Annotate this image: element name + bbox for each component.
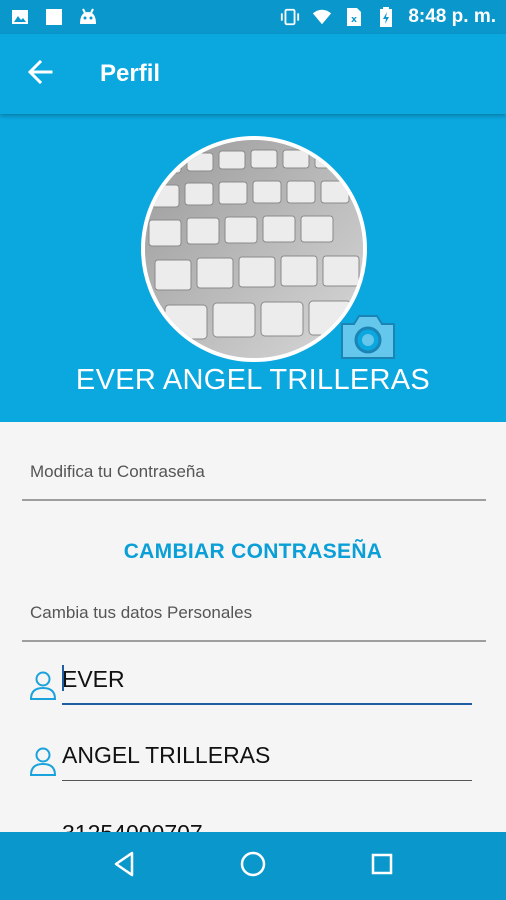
recents-square-icon	[370, 852, 394, 881]
navigation-bar	[0, 832, 506, 900]
svg-text:x: x	[351, 15, 357, 25]
change-photo-button[interactable]	[338, 310, 398, 362]
battery-icon	[376, 7, 396, 27]
vibrate-icon	[280, 7, 300, 27]
last-name-field-row	[28, 731, 474, 781]
profile-header: EVER ANGEL TRILLERAS	[0, 114, 506, 422]
divider	[22, 640, 486, 642]
status-bar: x 8:48 p. m.	[0, 0, 506, 34]
last-name-input[interactable]	[62, 735, 472, 775]
arrow-left-icon	[27, 59, 53, 90]
square-icon	[44, 7, 64, 27]
status-time: 8:48 p. m.	[408, 6, 496, 27]
password-section-label: Modifica tu Contraseña	[30, 462, 205, 481]
personal-section-label: Cambia tus datos Personales	[30, 603, 253, 622]
android-icon	[78, 7, 98, 27]
home-circle-icon	[239, 850, 267, 883]
page-title: Perfil	[100, 60, 161, 87]
first-name-field-row	[28, 655, 474, 705]
change-password-button[interactable]: CAMBIAR CONTRASEÑA	[0, 532, 506, 572]
back-triangle-icon	[112, 851, 136, 882]
avatar[interactable]	[141, 136, 367, 362]
text-cursor	[62, 665, 64, 691]
keyboard-photo	[145, 140, 363, 358]
nav-back-button[interactable]	[94, 836, 154, 896]
field-underline	[62, 779, 472, 781]
field-underline	[62, 703, 472, 705]
first-name-input[interactable]	[62, 659, 472, 699]
back-button[interactable]	[12, 46, 68, 102]
person-icon	[28, 669, 58, 701]
user-name: EVER ANGEL TRILLERAS	[75, 364, 431, 396]
wifi-icon	[312, 7, 332, 27]
person-icon	[28, 745, 58, 777]
app-bar: Perfil	[0, 34, 506, 114]
image-icon	[10, 7, 30, 27]
nav-home-button[interactable]	[223, 836, 283, 896]
nav-recents-button[interactable]	[352, 836, 412, 896]
divider	[22, 499, 486, 501]
sim-icon: x	[344, 7, 364, 27]
